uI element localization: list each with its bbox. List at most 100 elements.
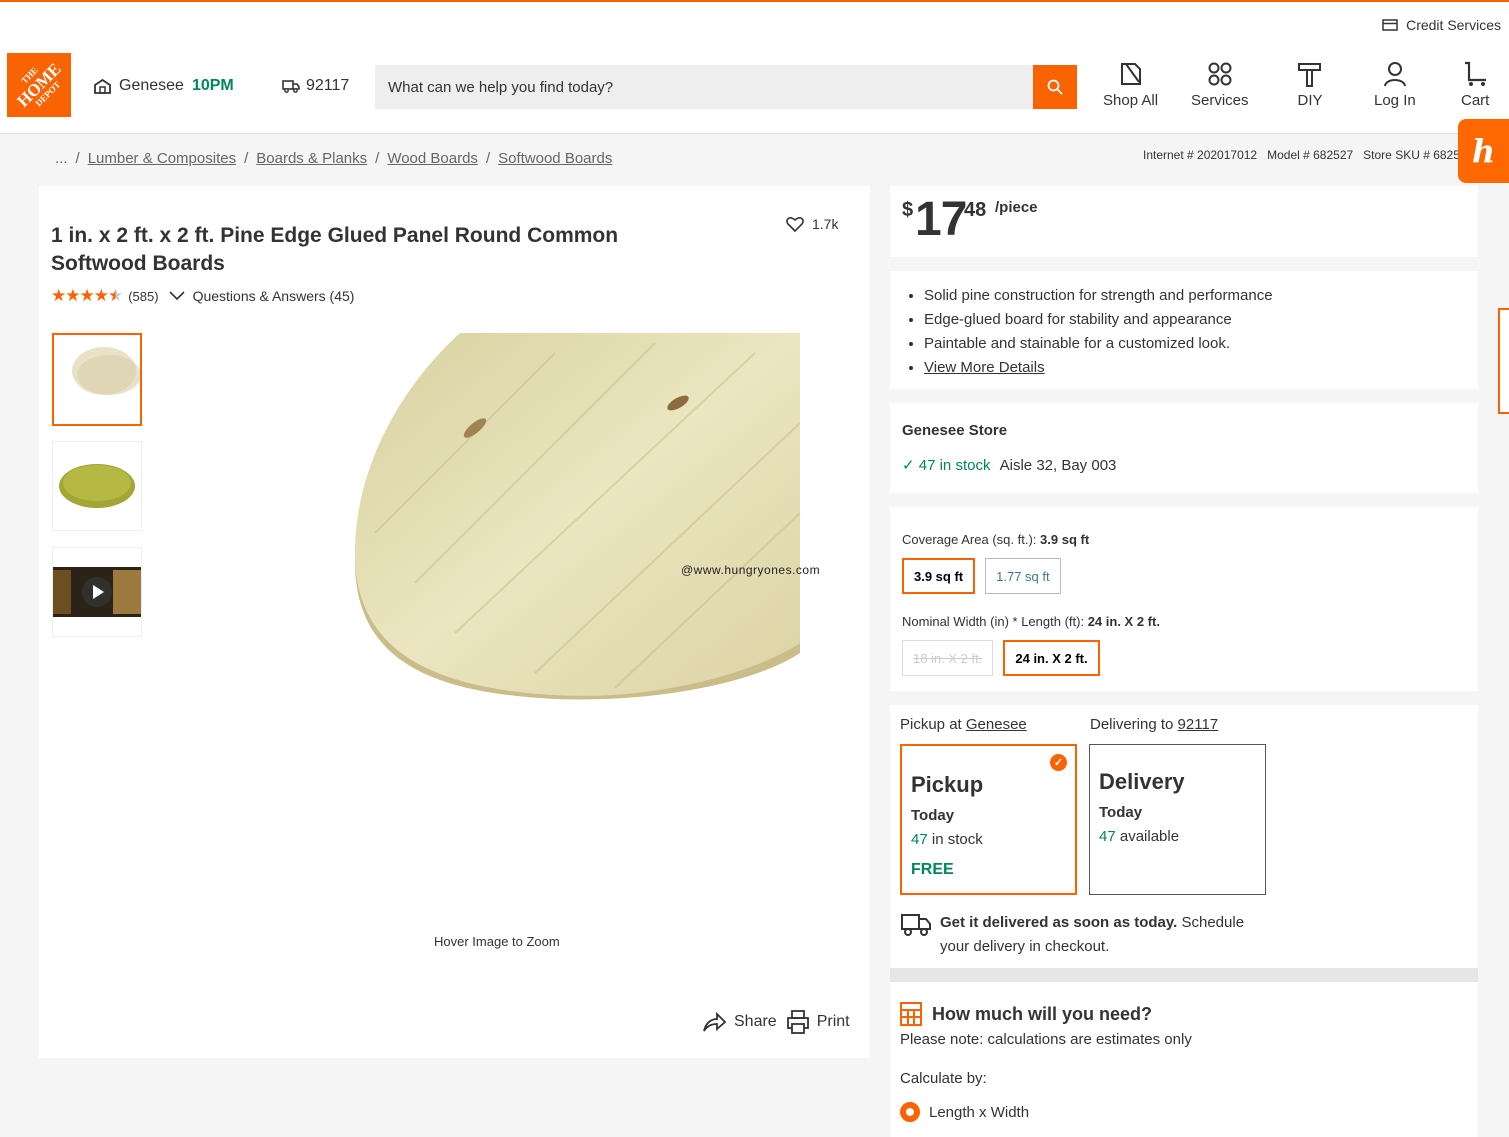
length-width-label: Length x Width: [929, 1103, 1030, 1121]
delivery-promo: Get it delivered as soon as today. Sched…: [900, 911, 1270, 959]
user-icon: [1383, 62, 1406, 87]
side-feedback-tab[interactable]: [1498, 308, 1509, 414]
rating-stars[interactable]: ★★★★★: [51, 286, 123, 306]
delivery-promo-bold: Get it delivered as soon as today.: [940, 914, 1178, 931]
size-option-unavailable[interactable]: 18 in. X 2 ft.: [902, 640, 994, 676]
view-more-details-link[interactable]: View More Details: [924, 359, 1045, 376]
honey-extension-button[interactable]: h: [1458, 119, 1509, 183]
selected-check-icon: ✓: [1050, 754, 1067, 771]
fulfillment-card: Pickup at Genesee Delivering to 92117 ✓ …: [890, 705, 1478, 968]
coverage-option-selected[interactable]: 3.9 sq ft: [902, 558, 976, 594]
main-product-image[interactable]: [355, 333, 801, 701]
store-aisle: Aisle 32, Bay 003: [999, 457, 1117, 474]
nav-cart[interactable]: Cart: [1461, 60, 1489, 109]
nav-login[interactable]: Log In: [1374, 60, 1416, 109]
heart-icon: [786, 217, 804, 232]
store-stock-row: ✓ 47 in stock Aisle 32, Bay 003: [902, 456, 1466, 474]
video-thumbnail-image: [53, 567, 141, 617]
product-identifiers: Internet # 202017012 Model # 682527 Stor…: [1143, 148, 1460, 162]
credit-services-link[interactable]: Credit Services: [1382, 17, 1501, 33]
breadcrumb-separator: /: [244, 150, 249, 167]
nav-shop-all-label: Shop All: [1103, 92, 1159, 109]
breadcrumb-lumber[interactable]: Lumber & Composites: [88, 150, 236, 167]
thumbnail-video[interactable]: [52, 547, 142, 637]
breadcrumb-separator: /: [75, 150, 80, 167]
rating-row: ★★★★★ (585) Questions & Answers (45): [51, 286, 354, 306]
price-dollar-sign: $: [902, 199, 914, 221]
services-icon: [1208, 62, 1232, 86]
delivery-option[interactable]: Delivery Today 47 available: [1089, 744, 1266, 895]
size-label: Nominal Width (in) * Length (ft):: [902, 614, 1085, 629]
nav-diy[interactable]: DIY: [1296, 60, 1324, 109]
rating-count[interactable]: (585): [128, 289, 158, 304]
pickup-at-label: Pickup at: [900, 716, 962, 733]
calculator-note: Please note: calculations are estimates …: [900, 1031, 1192, 1048]
truck-icon: [282, 80, 300, 93]
thumbnail-2[interactable]: [52, 441, 142, 531]
coverage-selected-value: 3.9 sq ft: [1040, 532, 1090, 547]
coverage-options: 3.9 sq ft 1.77 sq ft: [902, 558, 1466, 594]
coverage-option[interactable]: 1.77 sq ft: [985, 558, 1061, 594]
store-stock-count: 47 in stock: [918, 457, 991, 474]
pickup-store-link[interactable]: Genesee: [966, 716, 1027, 733]
credit-card-icon: [1382, 19, 1398, 31]
pickup-price: FREE: [911, 861, 954, 878]
delivery-promo-text: Get it delivered as soon as today. Sched…: [940, 911, 1270, 959]
length-width-radio[interactable]: Length x Width: [900, 1102, 1468, 1122]
share-button[interactable]: Share: [702, 1012, 777, 1032]
search-bar: [375, 65, 1077, 109]
pickup-option[interactable]: ✓ Pickup Today 47 in stock FREE: [900, 744, 1077, 895]
pickup-stock-count: 47: [911, 831, 928, 848]
questions-answers-link[interactable]: Questions & Answers (45): [169, 288, 354, 304]
store-availability-card: Genesee Store ✓ 47 in stock Aisle 32, Ba…: [890, 403, 1478, 493]
home-depot-logo[interactable]: THE HOME DEPOT: [7, 53, 71, 117]
shop-all-icon: [1120, 63, 1141, 85]
search-button[interactable]: [1033, 65, 1077, 109]
pickup-day: Today: [911, 807, 955, 824]
zip-code: 92117: [306, 77, 350, 94]
delivering-to-label: Delivering to: [1090, 716, 1174, 733]
size-option-selected[interactable]: 24 in. X 2 ft.: [1003, 640, 1100, 676]
price-cents: 48: [964, 199, 987, 221]
nav-cart-label: Cart: [1461, 92, 1490, 109]
product-highlights: Solid pine construction for strength and…: [890, 271, 1478, 389]
delivery-stock-count: 47: [1099, 828, 1116, 845]
breadcrumb-wood-boards[interactable]: Wood Boards: [387, 150, 478, 167]
nav-services[interactable]: Services: [1191, 60, 1249, 109]
view-more-item: View More Details: [924, 356, 1478, 380]
cart-icon: [1465, 61, 1487, 86]
delivery-zip-link[interactable]: 92117: [1178, 716, 1219, 733]
size-options: 18 in. X 2 ft. 24 in. X 2 ft.: [902, 640, 1466, 676]
radio-selected-icon: [900, 1102, 920, 1122]
section-divider: [890, 968, 1478, 982]
checkmark-icon: ✓: [902, 457, 915, 474]
coverage-label-row: Coverage Area (sq. ft.): 3.9 sq ft: [902, 532, 1466, 547]
share-print-row: Share Print: [702, 1010, 850, 1034]
size-label-row: Nominal Width (in) * Length (ft): 24 in.…: [902, 614, 1466, 629]
print-button[interactable]: Print: [786, 1010, 850, 1034]
breadcrumb-separator: /: [485, 150, 491, 167]
breadcrumb-softwood-boards[interactable]: Softwood Boards: [498, 150, 612, 167]
nav-login-label: Log In: [1374, 92, 1416, 109]
breadcrumb-ellipsis[interactable]: ...: [55, 150, 68, 167]
breadcrumb-boards-planks[interactable]: Boards & Planks: [256, 150, 367, 167]
calculate-by-label: Calculate by:: [900, 1070, 987, 1087]
search-input[interactable]: [375, 65, 1033, 109]
breadcrumb-separator: /: [375, 150, 380, 167]
hammer-icon: [1298, 63, 1321, 87]
size-selected-value: 24 in. X 2 ft.: [1087, 614, 1160, 629]
pickup-stock-text: in stock: [931, 831, 983, 848]
print-label: Print: [816, 1013, 850, 1030]
pickup-stock: 47 in stock: [911, 831, 1066, 848]
store-selector[interactable]: Genesee 10PM: [94, 77, 234, 95]
nav-shop-all[interactable]: Shop All: [1103, 60, 1158, 109]
breadcrumb: ... / Lumber & Composites / Boards & Pla…: [55, 150, 612, 167]
store-icon: [94, 78, 111, 94]
favorite-button[interactable]: 1.7k: [786, 216, 838, 232]
calculator-heading: How much will you need?: [900, 1002, 1468, 1026]
logo-text: THE HOME DEPOT: [8, 54, 71, 117]
thumbnail-1[interactable]: [52, 333, 142, 426]
price-whole: 17: [915, 193, 967, 246]
site-header: Credit Services THE HOME DEPOT Genesee 1…: [0, 2, 1509, 134]
delivery-zip-selector[interactable]: 92117: [282, 77, 349, 95]
